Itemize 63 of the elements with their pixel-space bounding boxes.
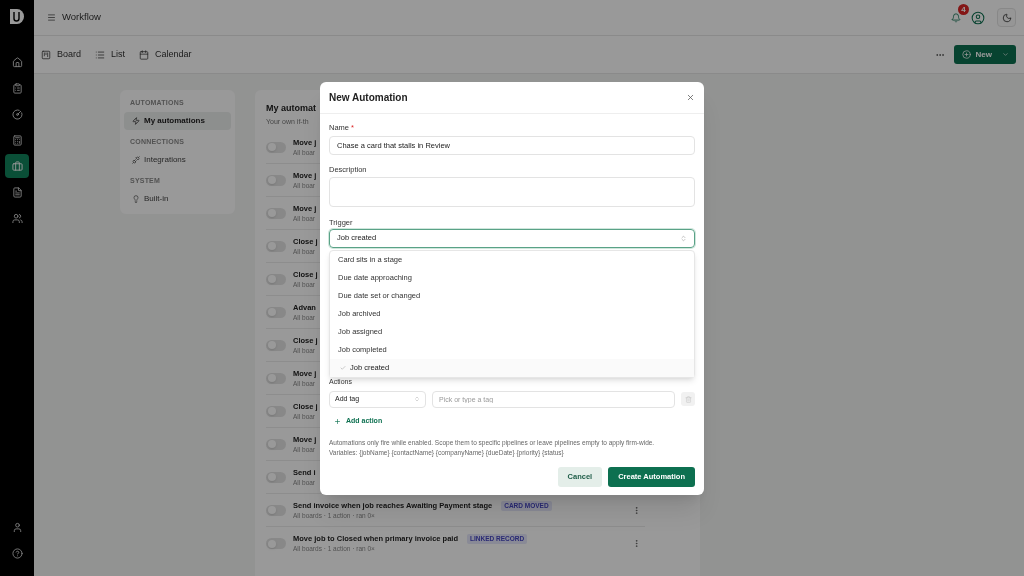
bell-icon (950, 12, 961, 23)
home-icon (11, 56, 23, 68)
gauge-icon (11, 108, 23, 120)
calculator-icon (11, 134, 23, 146)
toggle-switch[interactable] (266, 405, 286, 417)
more-icon (632, 539, 641, 548)
toggle-switch[interactable] (266, 438, 286, 450)
account-button[interactable] (971, 10, 985, 25)
notification-badge: 4 (958, 4, 969, 15)
toggle-switch[interactable] (266, 471, 286, 483)
help-icon (11, 547, 23, 559)
toggle-switch[interactable] (266, 306, 286, 318)
lightning-icon (132, 117, 140, 125)
plus-circle-icon (961, 50, 971, 59)
view-tab[interactable]: Calendar (138, 46, 193, 63)
page-title: Workflow (62, 10, 101, 25)
check-icon (340, 364, 346, 371)
list-icon (95, 49, 106, 60)
rail-button[interactable] (5, 154, 29, 178)
toggle-switch[interactable] (266, 538, 286, 549)
lightbulb-icon (132, 195, 140, 203)
toggle-switch[interactable] (266, 141, 286, 153)
close-icon (686, 92, 695, 102)
sort-arrows-icon (414, 396, 420, 402)
toggle-switch[interactable] (266, 240, 286, 252)
toggle-switch[interactable] (266, 372, 286, 384)
document-icon (11, 186, 23, 198)
toggle-switch[interactable] (266, 504, 286, 516)
logo-icon (10, 9, 24, 24)
toggle-switch[interactable] (266, 207, 286, 219)
close-button[interactable] (686, 92, 695, 102)
menu-button[interactable] (47, 13, 56, 22)
trash-icon (684, 395, 692, 403)
theme-toggle-button[interactable] (997, 8, 1016, 27)
toggle-switch[interactable] (266, 273, 286, 285)
nav-item[interactable]: Built-in (124, 190, 231, 208)
kanban-icon (41, 49, 51, 60)
toggle-switch[interactable] (266, 339, 286, 351)
view-tab[interactable]: List (94, 46, 127, 63)
briefcase-icon (11, 160, 23, 172)
menu-icon (47, 13, 56, 22)
clipboard-icon (11, 82, 23, 94)
sort-arrows-icon (680, 234, 687, 242)
view-tab[interactable]: Board (40, 46, 83, 63)
dialog-title: New Automation (329, 90, 408, 105)
plus-icon (334, 418, 341, 425)
user-circle-icon (971, 10, 985, 25)
nav-item[interactable]: Integrations (124, 151, 231, 169)
users-icon (11, 212, 23, 224)
row-menu-button[interactable] (632, 505, 641, 515)
nav-item[interactable]: My automations (124, 112, 231, 130)
user-icon (11, 521, 23, 533)
toggle-switch[interactable] (266, 174, 286, 186)
row-menu-button[interactable] (632, 538, 641, 549)
new-button[interactable]: New (953, 45, 1016, 64)
more-icon (632, 505, 641, 515)
description-input[interactable] (329, 176, 695, 207)
moon-icon (1001, 12, 1012, 23)
notifications-button[interactable] (950, 12, 961, 23)
plug-icon (132, 156, 140, 164)
calendar-icon (139, 49, 150, 60)
caret-icon (1002, 51, 1009, 58)
card-title: My automat (266, 103, 316, 114)
